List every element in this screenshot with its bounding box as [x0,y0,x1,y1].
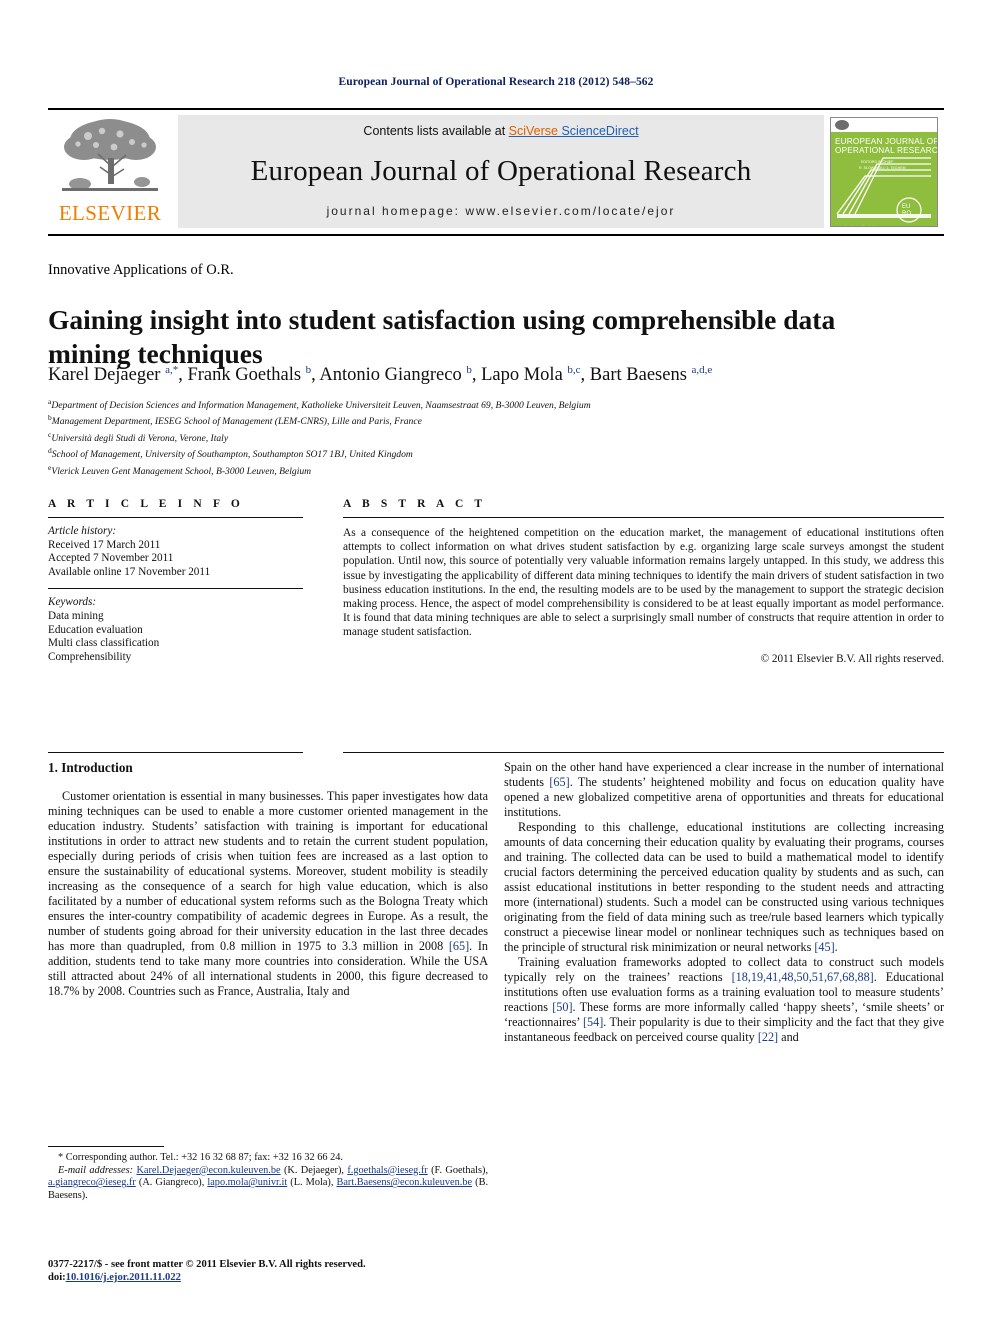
citation-ref[interactable]: [45] [814,940,834,954]
article-info-column: A R T I C L E I N F O Article history: R… [48,498,303,664]
imprint-front-matter: 0377-2217/$ - see front matter © 2011 El… [48,1259,366,1270]
article-history-block: Article history: Received 17 March 2011 A… [48,525,303,579]
citation-ref[interactable]: [54] [583,1015,603,1029]
page-title: Gaining insight into student satisfactio… [48,304,836,370]
sciverse-label: SciVerse [508,124,558,138]
keyword-item: Comprehensibility [48,650,132,663]
svg-text:EUROPEAN JOURNAL OF: EUROPEAN JOURNAL OF [835,137,937,146]
abstract-rule [343,517,944,518]
elsevier-logo: ELSEVIER [48,110,172,234]
info-abstract-band: A R T I C L E I N F O Article history: R… [48,498,944,730]
abstract-copyright: © 2011 Elsevier B.V. All rights reserved… [760,652,944,665]
doi-link[interactable]: 10.1016/j.ejor.2011.11.022 [66,1272,181,1283]
contents-available-line: Contents lists available at SciVerse Sci… [363,124,638,138]
affiliation-item: aDepartment of Decision Sciences and Inf… [48,397,591,412]
journal-title: European Journal of Operational Research [250,154,752,187]
keywords-items: Data mining Education evaluation Multi cla… [48,610,303,664]
affiliation-item: bManagement Department, IESEG School of … [48,413,422,428]
email-owner: (F. Goethals) [431,1164,486,1176]
article-history-items: Received 17 March 2011 Accepted 7 Novembe… [48,539,303,580]
affiliation-item: cUniversità degli Studi di Verona, Veron… [48,429,229,444]
affiliation-list: aDepartment of Decision Sciences and Inf… [48,396,928,478]
body-paragraph: Spain on the other hand have experienced… [504,760,944,819]
keyword-item: Education evaluation [48,623,143,636]
masthead-center-panel: Contents lists available at SciVerse Sci… [178,115,824,228]
right-column-paragraphs: Spain on the other hand have experienced… [504,760,944,1045]
doi-label: doi: [48,1272,66,1283]
abstract-heading: A B S T R A C T [343,498,487,510]
journal-masthead: ELSEVIER Contents lists available at Sci… [48,108,944,236]
svg-text:RO: RO [902,211,911,217]
band-divider-left [48,752,303,753]
heading-introduction: 1. Introduction [48,760,133,775]
keyword-item: Data mining [48,609,104,622]
elsevier-wordmark: ELSEVIER [58,201,162,225]
affiliation-item: dSchool of Management, University of Sou… [48,446,413,461]
author-list: Karel Dejaeger a,*, Frank Goethals b, An… [48,364,713,386]
svg-text:EU: EU [902,204,910,210]
running-head: European Journal of Operational Research… [338,76,654,88]
body-paragraph: Customer orientation is essential in man… [48,789,488,998]
svg-text:OPERATIONAL RESEARCH: OPERATIONAL RESEARCH [835,146,937,155]
journal-cover-art: EUROPEAN JOURNAL OF OPERATIONAL RESEARCH… [831,118,937,227]
article-info-rule [48,517,303,518]
article-history-item: Accepted 7 November 2011 [48,552,174,565]
body-column-left: 1. Introduction Customer orientation is … [48,760,488,999]
journal-homepage-line: journal homepage: www.elsevier.com/locat… [326,204,676,218]
left-column-paragraphs: Customer orientation is essential in man… [48,789,488,999]
citation-ref[interactable]: [65] [549,775,569,789]
email-owner: (K. Dejaeger) [283,1164,342,1176]
imprint-block: 0377-2217/$ - see front matter © 2011 El… [48,1258,488,1284]
sciencedirect-label: ScienceDirect [557,124,639,138]
article-history-item: Received 17 March 2011 [48,538,161,551]
article-info-heading: A R T I C L E I N F O [48,498,244,510]
band-divider-right [343,752,944,753]
email-link[interactable]: Bart.Baesens@econ.kuleuven.be [336,1177,472,1188]
abstract-column: A B S T R A C T As a consequence of the … [343,498,944,665]
body-paragraph: Training evaluation frameworks adopted t… [504,955,944,1044]
affiliation-item: eVlerick Leuven Gent Management School, … [48,462,312,477]
article-history-item: Available online 17 November 2011 [48,565,211,578]
email-link[interactable]: Karel.Dejaeger@econ.kuleuven.be [136,1165,280,1176]
paper-page: European Journal of Operational Research… [0,0,992,1323]
article-section-kicker: Innovative Applications of O.R. [48,262,234,278]
keywords-rule [48,588,303,590]
citation-ref[interactable]: [18,19,41,48,50,51,67,68,88] [732,970,874,984]
footnote-rule [48,1146,164,1147]
svg-text:www.elsevier.com/locate/ejor: www.elsevier.com/locate/ejor [835,225,879,227]
email-addresses-note: E-mail addresses: Karel.Dejaeger@econ.ku… [48,1164,489,1201]
email-link[interactable]: lapo.mola@univr.it [207,1177,287,1188]
journal-cover-thumbnail: EUROPEAN JOURNAL OF OPERATIONAL RESEARCH… [830,117,938,227]
sciencedirect-link[interactable]: SciVerse ScienceDirect [509,124,639,138]
citation-ref[interactable]: [65] [449,939,469,953]
abstract-text: As a consequence of the heightened compe… [343,527,944,639]
footnote-area: * Corresponding author. Tel.: +32 16 32 … [48,1146,488,1202]
email-owner: (L. Mola) [290,1177,331,1189]
body-paragraph: Responding to this challenge, educationa… [504,820,944,954]
email-addresses-label: E-mail addresses: [58,1164,134,1176]
keyword-item: Multi class classification [48,637,160,650]
citation-ref[interactable]: [50] [552,1000,572,1014]
body-column-right: Spain on the other hand have experienced… [504,760,944,1045]
email-owner: (A. Giangreco) [138,1177,202,1189]
corresponding-author-note: * Corresponding author. Tel.: +32 16 32 … [58,1152,343,1163]
contents-prefix: Contents lists available at [363,124,509,138]
email-link[interactable]: f.goethals@ieseg.fr [347,1165,427,1176]
article-history-label: Article history: [48,525,117,537]
email-link[interactable]: a.giangreco@ieseg.fr [48,1177,136,1188]
keywords-block: Keywords: Data mining Education evaluatio… [48,596,303,664]
imprint-doi: doi:10.1016/j.ejor.2011.11.022 [48,1271,488,1284]
keywords-label: Keywords: [48,596,97,609]
citation-ref[interactable]: [22] [758,1030,778,1044]
elsevier-tree-icon [58,114,162,202]
